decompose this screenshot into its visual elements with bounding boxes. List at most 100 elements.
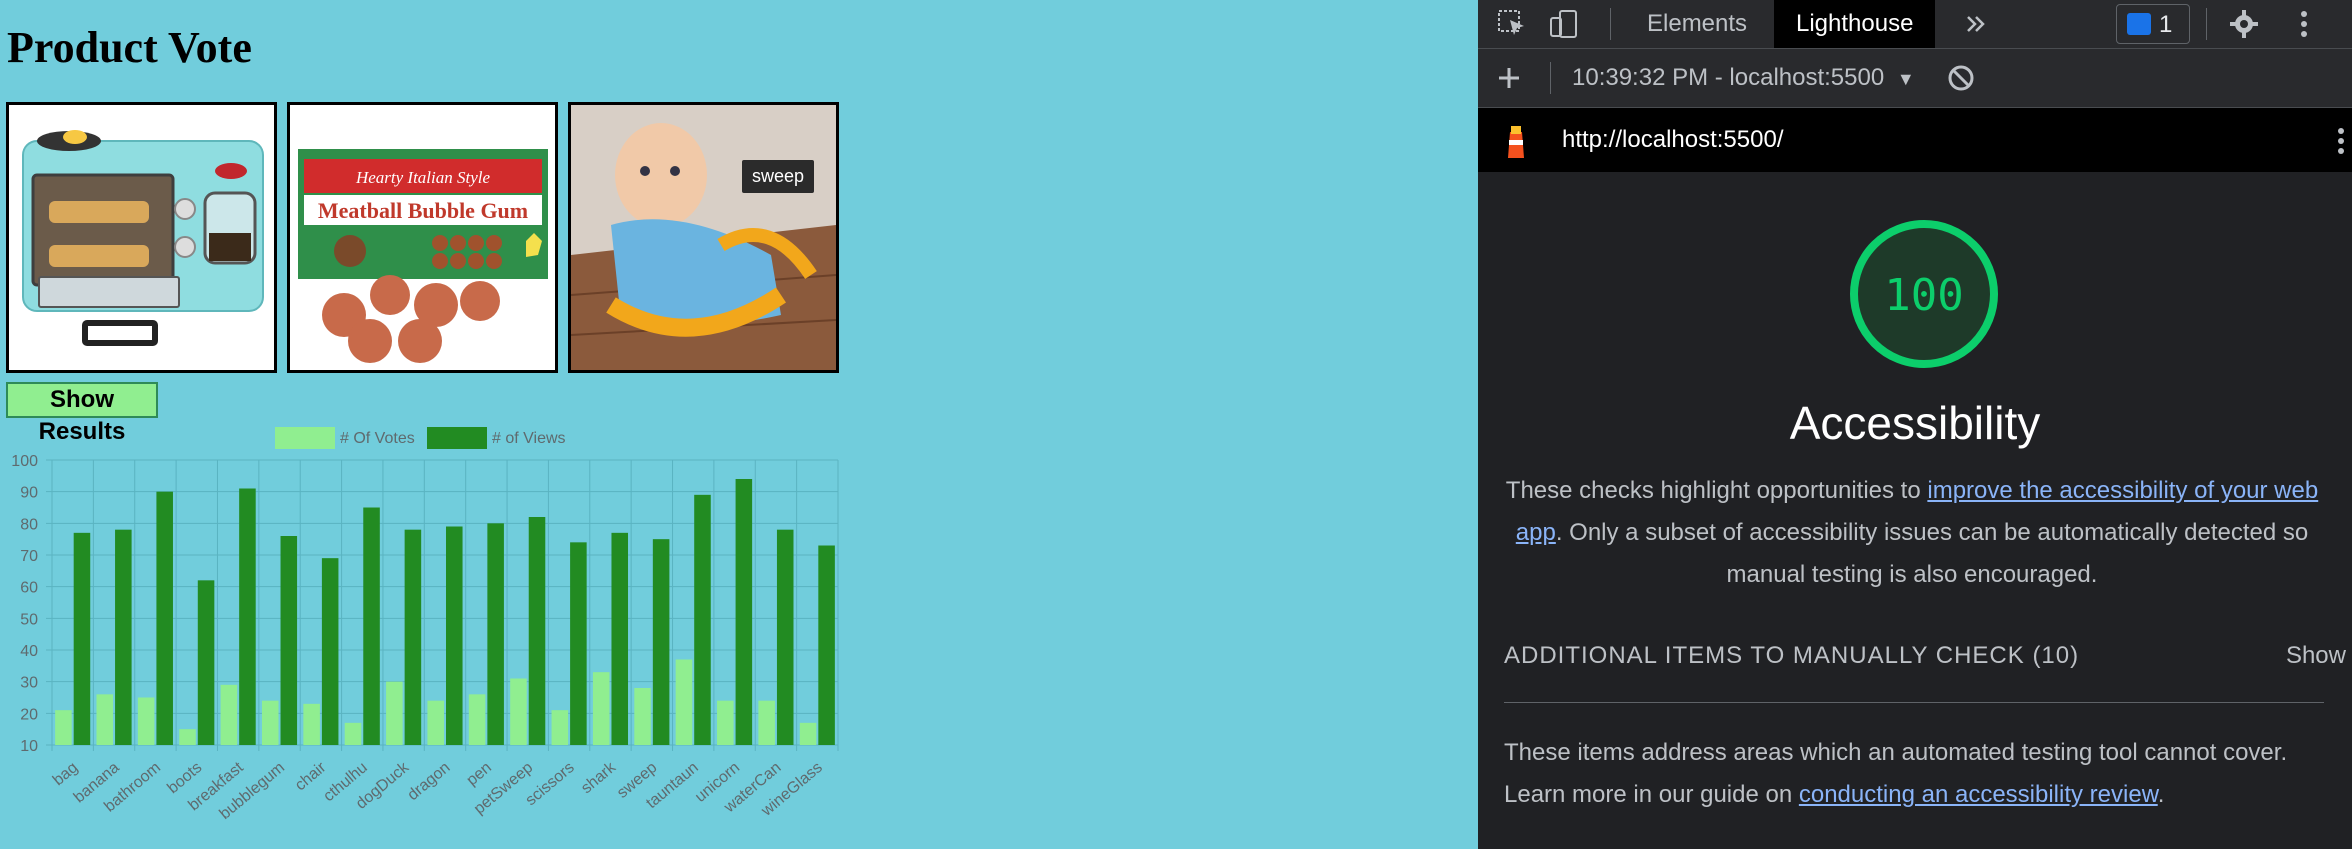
x-tick-label: shark <box>578 758 620 797</box>
legend-swatch <box>427 427 487 449</box>
bar-votes-chair <box>303 703 320 745</box>
bar-votes-tauntaun <box>675 659 693 745</box>
score-gauge: 100 <box>1850 220 1998 368</box>
bar-views-breakfast <box>239 488 256 745</box>
product-image-breakfast[interactable] <box>6 102 277 373</box>
bubblegum-illustration: Hearty Italian Style Meatball Bubble Gum <box>290 105 555 370</box>
bar-views-dogDuck <box>404 529 422 745</box>
x-tick-label: bag <box>50 759 81 789</box>
desc-text: These checks highlight opportunities to <box>1505 477 1928 504</box>
toolbar-divider <box>2206 8 2207 40</box>
show-results-button[interactable]: Show Results <box>6 382 158 445</box>
bar-votes-bubblegum <box>261 700 279 745</box>
tab-elements[interactable]: Elements <box>1625 0 1769 48</box>
category-title: Accessibility <box>1789 397 2041 449</box>
y-tick-label: 40 <box>20 643 38 660</box>
bar-views-wineGlass <box>818 545 835 745</box>
more-tabs-icon[interactable] <box>1958 6 1994 42</box>
lighthouse-toolbar: 10:39:32 PM - localhost:5500 ▼ <box>1478 49 2352 108</box>
sweep-tooltip: sweep <box>742 160 815 193</box>
bar-views-bag <box>73 532 91 745</box>
bar-votes-sweep <box>634 688 651 745</box>
section-divider <box>1504 702 2324 703</box>
bar-views-banana <box>115 529 132 745</box>
show-manual-toggle[interactable]: Show <box>2286 642 2346 670</box>
lighthouse-logo-icon <box>1508 126 1524 158</box>
bar-votes-cthulhu <box>344 722 362 745</box>
device-toolbar-icon[interactable] <box>1546 6 1582 42</box>
legend-label: # of Views <box>492 430 566 447</box>
report-url-bar: http://localhost:5500/ <box>1478 108 2352 172</box>
bar-views-petSweep <box>528 517 546 745</box>
url-more-icon[interactable] <box>2336 126 2346 156</box>
product-image-sweep[interactable] <box>568 102 839 373</box>
x-tick-label: dragon <box>404 759 453 804</box>
score-value: 100 <box>1884 270 1963 321</box>
bar-votes-dogDuck <box>386 681 403 745</box>
y-tick-label: 30 <box>20 675 38 692</box>
devtools-toolbar: Elements Lighthouse 1 <box>1478 0 2352 49</box>
bar-votes-bag <box>55 710 72 745</box>
manual-checks-description: These items address areas which an autom… <box>1504 732 2334 816</box>
bar-votes-shark <box>592 672 610 745</box>
settings-gear-icon[interactable] <box>2226 6 2262 42</box>
bar-views-boots <box>197 580 215 745</box>
toolbar-divider <box>1550 62 1551 94</box>
bar-votes-breakfast <box>220 684 238 745</box>
svg-text:Meatball Bubble Gum: Meatball Bubble Gum <box>318 198 528 223</box>
bar-views-pen <box>487 523 504 745</box>
y-tick-label: 80 <box>20 516 38 533</box>
bar-votes-bathroom <box>137 697 155 745</box>
baby-sweep-illustration <box>571 105 836 370</box>
bar-views-tauntaun <box>694 494 711 745</box>
toolbar-divider <box>1610 8 1611 40</box>
bar-views-sweep <box>652 539 670 745</box>
bar-views-waterCan <box>776 529 794 745</box>
report-selector[interactable]: 10:39:32 PM - localhost:5500 ▼ <box>1572 64 1915 92</box>
more-options-icon[interactable] <box>2286 6 2322 42</box>
y-tick-label: 90 <box>20 485 38 502</box>
manual-checks-header[interactable]: ADDITIONAL ITEMS TO MANUALLY CHECK (10) <box>1504 642 2079 670</box>
bar-views-cthulhu <box>363 507 380 745</box>
web-app: Product Vote Hearty Italian Style Meatba… <box>0 0 1478 849</box>
tab-lighthouse[interactable]: Lighthouse <box>1774 0 1936 48</box>
accessibility-review-link[interactable]: conducting an accessibility review <box>1799 781 2158 808</box>
category-description: These checks highlight opportunities to … <box>1502 470 2322 596</box>
legend-swatch <box>275 427 335 449</box>
bar-votes-pen <box>468 694 486 745</box>
y-tick-label: 20 <box>20 706 38 723</box>
svg-text:Hearty Italian Style: Hearty Italian Style <box>355 168 491 187</box>
issues-count: 1 <box>2159 11 2173 38</box>
bar-views-shark <box>611 532 629 745</box>
bar-views-dragon <box>446 526 463 745</box>
bar-views-chair <box>321 558 339 745</box>
bar-views-bubblegum <box>280 536 298 745</box>
new-report-plus-icon[interactable] <box>1492 61 1526 95</box>
desc-text-end: . Only a subset of accessibility issues … <box>1555 519 2309 588</box>
dropdown-arrow-icon: ▼ <box>1896 69 1915 89</box>
bar-votes-petSweep <box>510 678 527 745</box>
y-tick-label: 100 <box>11 453 38 470</box>
breakfast-maker-illustration <box>9 105 274 370</box>
clear-block-icon[interactable] <box>1946 63 1976 93</box>
bar-votes-waterCan <box>758 700 775 745</box>
votes-chart: # Of Votes # of Views 10 20 30 40 50 60 70 80 90 10… <box>11 427 839 823</box>
report-url: http://localhost:5500/ <box>1562 126 1784 153</box>
report-time: 10:39:32 PM - localhost:5500 <box>1572 64 1885 91</box>
y-tick-label: 60 <box>20 580 38 597</box>
bar-votes-boots <box>179 729 196 745</box>
inspect-element-icon[interactable] <box>1494 6 1530 42</box>
page-title: Product Vote <box>7 23 252 72</box>
bar-votes-wineGlass <box>799 722 817 745</box>
issues-icon <box>2127 13 2151 35</box>
bar-votes-scissors <box>551 710 569 745</box>
bar-votes-unicorn <box>717 700 734 745</box>
bar-views-bathroom <box>156 491 173 745</box>
product-image-bubblegum[interactable]: Hearty Italian Style Meatball Bubble Gum <box>287 102 558 373</box>
issues-badge[interactable]: 1 <box>2116 4 2190 44</box>
bar-votes-dragon <box>427 700 444 745</box>
bar-votes-banana <box>96 694 114 745</box>
bar-views-scissors <box>570 542 587 745</box>
y-tick-label: 10 <box>20 738 38 755</box>
bar-views-unicorn <box>735 479 753 745</box>
